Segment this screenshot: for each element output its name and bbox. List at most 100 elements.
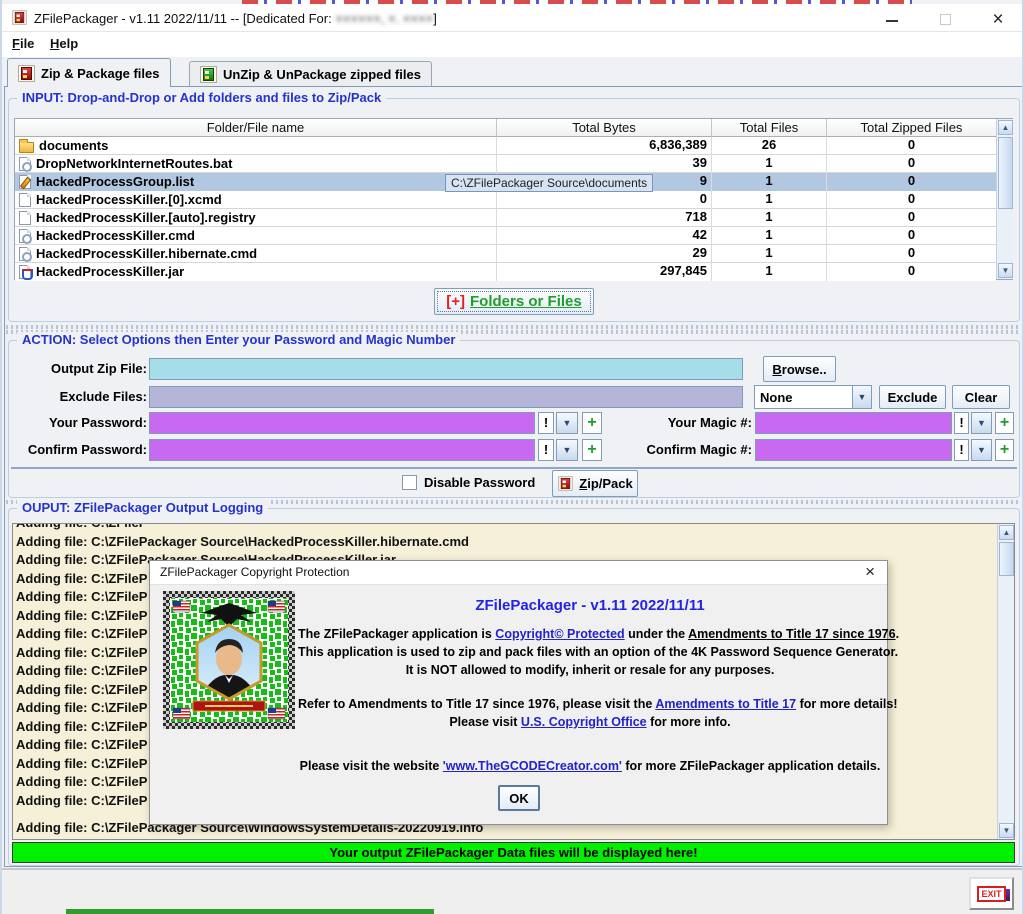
confirm-password-input[interactable] <box>149 439 535 461</box>
menu-bar: File Help <box>2 32 1024 57</box>
table-row[interactable]: HackedProcessKiller.cmd 42 1 0 <box>15 227 996 245</box>
browse-rest: rowse.. <box>782 362 827 377</box>
magic-dropdown-icon[interactable]: ▼ <box>971 412 992 434</box>
scroll-up-icon[interactable]: ▲ <box>998 120 1013 135</box>
table-scrollbar[interactable]: ▲ ▼ <box>996 119 1013 279</box>
file-name: HackedProcessKiller.hibernate.cmd <box>36 246 257 262</box>
amendments-underline-text: Amendments to Title 17 since 1976 <box>688 627 896 641</box>
script-file-icon <box>19 247 31 261</box>
scroll-up-icon[interactable]: ▲ <box>999 525 1014 540</box>
dialog-heading: ZFilePackager - v1.11 2022/11/11 <box>298 597 882 614</box>
output-panel-title: OUPUT: ZFilePackager Output Logging <box>17 500 268 515</box>
table-row[interactable]: HackedProcessKiller.hibernate.cmd 29 1 0 <box>15 245 996 263</box>
copyright-protected-link[interactable]: Copyright© Protected <box>495 627 624 641</box>
column-header-folder-file-name[interactable]: Folder/File name <box>15 119 497 137</box>
total-zipped-files: 0 <box>827 137 996 155</box>
file-name: HackedProcessKiller.cmd <box>36 228 195 244</box>
minimize-button[interactable] <box>878 10 906 30</box>
log-line: Adding file: C:\ZFileP <box>16 700 147 715</box>
scroll-down-icon[interactable]: ▼ <box>999 823 1014 838</box>
panel-splitter[interactable] <box>6 325 1020 329</box>
scroll-down-icon[interactable]: ▼ <box>998 263 1013 278</box>
table-row[interactable]: HackedProcessKiller.[0].xcmd 0 1 0 <box>15 191 996 209</box>
file-name: HackedProcessKiller.[0].xcmd <box>36 192 222 208</box>
dialog-paragraph-1-line-3: It is NOT allowed to modify, inherit or … <box>298 663 882 677</box>
column-header-total-bytes[interactable]: Total Bytes <box>497 119 712 137</box>
script-file-icon <box>19 229 31 243</box>
confirm-magic-bang-button[interactable]: ! <box>954 439 969 461</box>
log-line: Adding file: C:\ZFileP <box>16 608 147 623</box>
confirm-password-label: Confirm Password: <box>9 442 147 457</box>
table-scrollbar-thumb[interactable] <box>998 137 1013 209</box>
table-row[interactable]: DropNetworkInternetRoutes.bat 39 1 0 <box>15 155 996 173</box>
log-line: Adding file: C:\ZFileP <box>16 626 147 641</box>
confirm-password-bang-button[interactable]: ! <box>538 439 554 461</box>
confirm-magic-label: Confirm Magic #: <box>609 442 752 457</box>
status-banner: Your output ZFilePackager Data files wil… <box>12 842 1015 863</box>
dialog-paragraph-3: Please visit the website 'www.TheGCODECr… <box>298 759 882 773</box>
log-line: Adding file: C:\ZFileP <box>16 523 147 530</box>
menu-file[interactable]: File <box>12 36 34 51</box>
exclude-button[interactable]: Exclude <box>879 385 946 409</box>
confirm-password-plus-button[interactable]: + <box>582 439 602 461</box>
add-folders-or-files-button[interactable]: [+] Folders or Files <box>434 288 594 315</box>
table-row[interactable]: documents 6,836,389 26 0 <box>15 137 996 155</box>
exit-door-icon: EXIT <box>977 886 1005 902</box>
confirm-password-dropdown-icon[interactable]: ▼ <box>556 439 578 461</box>
zip-tab-journal-icon <box>18 65 35 82</box>
log-line: Adding file: C:\ZFileP <box>16 774 147 789</box>
document-file-icon <box>19 211 31 225</box>
amendments-title17-link[interactable]: Amendments to Title 17 <box>655 697 796 711</box>
password-generate-plus-button[interactable]: + <box>582 412 602 434</box>
ok-button[interactable]: OK <box>498 785 540 811</box>
exit-button[interactable]: EXIT <box>969 877 1014 910</box>
total-bytes: 42 <box>497 227 712 245</box>
column-header-total-files[interactable]: Total Files <box>712 119 827 137</box>
action-separator <box>11 467 1017 469</box>
us-copyright-office-link[interactable]: U.S. Copyright Office <box>521 715 647 729</box>
log-line: Adding file: C:\ZFileP <box>16 682 147 697</box>
table-row[interactable]: HackedProcessKiller.jar 297,845 1 0 <box>15 263 996 281</box>
app-journal-icon <box>11 9 28 26</box>
zip-pack-mnemonic: Z <box>579 476 587 491</box>
your-password-input[interactable] <box>149 412 535 434</box>
log-scrollbar-thumb[interactable] <box>999 542 1014 576</box>
exclude-mode-combobox[interactable]: None ▼ <box>754 385 872 409</box>
password-bang-button[interactable]: ! <box>538 412 554 434</box>
total-zipped-files: 0 <box>827 227 996 245</box>
output-zip-file-input[interactable] <box>149 358 743 380</box>
exclude-mode-value: None <box>755 390 852 405</box>
magic-bang-button[interactable]: ! <box>954 412 969 434</box>
magic-generate-plus-button[interactable]: + <box>995 412 1014 434</box>
zip-pack-button[interactable]: Zip/Pack <box>552 470 638 497</box>
input-panel-title: INPUT: Drop-and-Drop or Add folders and … <box>17 90 386 105</box>
total-files: 1 <box>712 191 827 209</box>
log-scrollbar[interactable]: ▲ ▼ <box>997 524 1014 839</box>
column-header-total-zipped-files[interactable]: Total Zipped Files <box>827 119 996 137</box>
total-files: 1 <box>712 209 827 227</box>
menu-help[interactable]: Help <box>50 36 78 51</box>
dialog-title: ZFilePackager Copyright Protection <box>160 565 349 579</box>
confirm-magic-plus-button[interactable]: + <box>995 439 1014 461</box>
log-line: Adding file: C:\ZFileP <box>16 737 147 752</box>
browse-button[interactable]: Browse.. <box>763 356 836 382</box>
total-bytes: 718 <box>497 209 712 227</box>
exclude-files-input[interactable] <box>149 386 743 408</box>
script-file-icon <box>19 157 31 171</box>
password-dropdown-icon[interactable]: ▼ <box>556 412 578 434</box>
chevron-down-icon[interactable]: ▼ <box>852 386 871 408</box>
tab-zip-package-files[interactable]: Zip & Package files <box>7 58 171 87</box>
clear-button[interactable]: Clear <box>952 385 1010 409</box>
disable-password-checkbox[interactable] <box>402 475 417 490</box>
confirm-magic-dropdown-icon[interactable]: ▼ <box>971 439 992 461</box>
your-magic-input[interactable] <box>755 412 952 434</box>
tab-unzip-unpackage-files[interactable]: UnZip & UnPackage zipped files <box>189 61 432 87</box>
close-button[interactable]: × <box>984 10 1012 30</box>
table-row[interactable]: HackedProcessKiller.[auto].registry 718 … <box>15 209 996 227</box>
log-line: Adding file: C:\ZFileP <box>16 793 147 808</box>
maximize-button[interactable] <box>931 10 959 30</box>
gcodecreator-website-link[interactable]: 'www.TheGCODECreator.com' <box>443 759 622 773</box>
confirm-magic-input[interactable] <box>755 439 952 461</box>
dialog-close-icon[interactable]: × <box>865 562 875 582</box>
total-bytes: 297,845 <box>497 263 712 281</box>
